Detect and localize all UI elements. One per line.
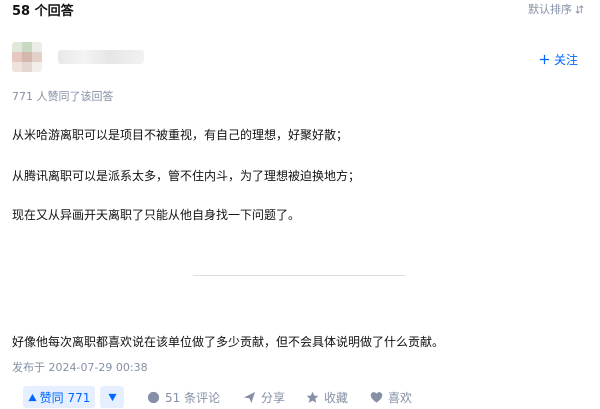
avatar[interactable] — [12, 42, 42, 72]
triangle-up-icon — [28, 393, 37, 401]
share-button[interactable]: 分享 — [243, 389, 285, 406]
plus-icon — [539, 54, 550, 65]
answer-paragraph: 从米哈游离职可以是项目不被重视，有自己的理想，好聚好散； — [12, 128, 349, 142]
publish-time: 发布于 2024-07-29 00:38 — [12, 361, 148, 374]
comment-icon — [147, 391, 160, 404]
like-label: 喜欢 — [388, 391, 413, 405]
follow-label: 关注 — [553, 53, 578, 67]
answer-paragraph: 现在又从异画开天离职了只能从他自身找一下问题了。 — [12, 208, 301, 222]
share-icon — [243, 391, 256, 404]
heart-icon — [370, 392, 383, 403]
follow-button[interactable]: 关注 — [539, 51, 578, 68]
downvote-button[interactable] — [100, 386, 124, 408]
answer-paragraph: 好像他每次离职都喜欢说在该单位做了多少贡献，但不会具体说明做了什么贡献。 — [12, 335, 445, 349]
comments-button[interactable]: 51 条评论 — [147, 389, 220, 406]
author-name-blurred[interactable] — [58, 50, 144, 64]
favorite-label: 收藏 — [324, 391, 349, 405]
answers-header: 58 个回答 默认排序 — [12, 0, 588, 22]
upvote-summary: 771 人赞同了该回答 — [12, 90, 114, 103]
sort-arrows-icon — [575, 4, 584, 14]
comments-label: 51 条评论 — [165, 391, 221, 405]
content-divider — [193, 275, 405, 276]
favorite-button[interactable]: 收藏 — [306, 389, 348, 406]
share-label: 分享 — [261, 391, 286, 405]
triangle-down-icon — [107, 393, 117, 401]
like-button[interactable]: 喜欢 — [370, 389, 412, 406]
upvote-button[interactable]: 赞同 771 — [23, 386, 95, 408]
upvote-label: 赞同 771 — [39, 390, 91, 405]
answer-paragraph: 从腾讯离职可以是派系太多，管不住内斗，为了理想被迫换地方； — [12, 169, 361, 183]
star-icon — [306, 391, 319, 403]
answer-count: 58 个回答 — [12, 4, 74, 19]
sort-label: 默认排序 — [528, 3, 572, 16]
action-bar: 赞同 771 51 条评论 分享 收藏 喜欢 — [0, 386, 600, 409]
sort-selector[interactable]: 默认排序 — [528, 1, 584, 17]
